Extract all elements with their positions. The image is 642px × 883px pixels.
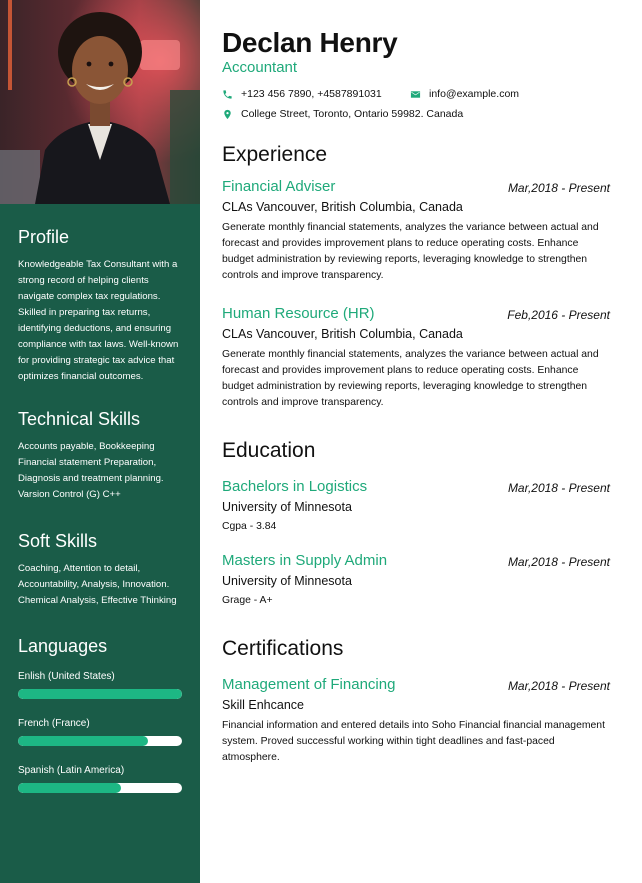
experience-heading: Experience xyxy=(222,143,328,166)
phone-contact: +123 456 7890, +4587891031 xyxy=(222,87,382,101)
description-line: Generate monthly financial statements, a… xyxy=(222,222,599,233)
description-line: Financial information and entered detail… xyxy=(222,720,605,731)
entry-date: Mar,2018 - Present xyxy=(507,481,610,495)
description-line: forecast and provides improvement plans … xyxy=(222,238,579,249)
experience-entry: Human Resource (HR) Feb,2016 - Present C… xyxy=(222,305,622,411)
entry-organization: CLAs Vancouver, British Columbia, Canada xyxy=(222,327,463,341)
language-label: Spanish (Latin America) xyxy=(18,765,125,776)
entry-organization: University of Minnesota xyxy=(222,574,352,588)
technical-skill-line: Varsion Control (G) C++ xyxy=(18,489,121,500)
candidate-name: Declan Henry xyxy=(222,27,398,58)
technical-skill-line: Financial statement Preparation, xyxy=(18,457,157,468)
entry-organization: University of Minnesota xyxy=(222,500,352,514)
technical-skill-line: Diagnosis and treatment planning. xyxy=(18,473,164,484)
certifications-heading: Certifications xyxy=(222,637,344,660)
languages-heading: Languages xyxy=(18,636,108,656)
profile-line: compliance with tax laws. Well-known xyxy=(18,339,179,350)
profile-section: Profile Knowledgeable Tax Consultant wit… xyxy=(18,226,188,385)
profile-line: for providing strategic tax advice that xyxy=(18,355,175,366)
soft-skill-line: Accountability, Analysis, Innovation. xyxy=(18,579,170,590)
candidate-role: Accountant xyxy=(222,59,298,76)
sidebar: Profile Knowledgeable Tax Consultant wit… xyxy=(0,0,200,883)
entry-description: Generate monthly financial statements, a… xyxy=(222,347,622,411)
phone-text: +123 456 7890, +4587891031 xyxy=(241,88,382,100)
profile-line: Skilled in preparing tax returns, xyxy=(18,307,151,318)
description-line: controls and improve transparency. xyxy=(222,270,384,281)
profile-line: Knowledgeable Tax Consultant with a xyxy=(18,259,178,270)
phone-icon xyxy=(223,89,232,99)
profile-text: Knowledgeable Tax Consultant with a stro… xyxy=(18,257,188,385)
languages-section: Languages Enlish (United States) French … xyxy=(18,635,188,793)
email-contact[interactable]: info@example.com xyxy=(410,87,519,101)
soft-skill-line: Coaching, Attention to detail, xyxy=(18,563,141,574)
language-bar-fill xyxy=(18,736,148,746)
address-contact: College Street, Toronto, Ontario 59982. … xyxy=(222,107,463,121)
description-line: system. Proved successful working within… xyxy=(222,736,555,747)
language-item: Spanish (Latin America) xyxy=(18,764,188,793)
entry-date: Mar,2018 - Present xyxy=(507,679,610,693)
language-label: Enlish (United States) xyxy=(18,671,115,682)
certification-entry: Management of Financing Mar,2018 - Prese… xyxy=(222,676,622,766)
email-text[interactable]: info@example.com xyxy=(429,87,519,101)
soft-skills-section: Soft Skills Coaching, Attention to detai… xyxy=(18,530,188,609)
entry-date: Feb,2016 - Present xyxy=(507,308,610,322)
profile-line: strong record of helping clients xyxy=(18,275,149,286)
address-text: College Street, Toronto, Ontario 59982. … xyxy=(241,108,464,120)
entry-date: Mar,2018 - Present xyxy=(507,181,610,195)
profile-photo xyxy=(0,0,200,204)
description-line: controls and improve transparency. xyxy=(222,397,384,408)
language-bar xyxy=(18,689,182,699)
profile-line: optimizes financial outcomes. xyxy=(18,371,144,382)
description-line: atmosphere. xyxy=(222,752,280,763)
language-bar xyxy=(18,783,182,793)
technical-skill-line: Accounts payable, Bookkeeping xyxy=(18,441,155,452)
profile-line: identifying deductions, and ensuring xyxy=(18,323,172,334)
entry-description: Generate monthly financial statements, a… xyxy=(222,220,622,284)
education-entry: Masters in Supply Admin Mar,2018 - Prese… xyxy=(222,552,622,608)
language-bar-fill xyxy=(18,689,182,699)
entry-organization: CLAs Vancouver, British Columbia, Canada xyxy=(222,200,463,214)
soft-skills-heading: Soft Skills xyxy=(18,531,98,551)
technical-skills-heading: Technical Skills xyxy=(18,409,141,429)
description-line: forecast and provides improvement plans … xyxy=(222,365,579,376)
education-heading: Education xyxy=(222,439,316,462)
experience-entry: Financial Adviser Mar,2018 - Present CLA… xyxy=(222,178,622,284)
entry-organization: Skill Enhcance xyxy=(222,698,304,712)
description-line: budget administration by reviewing repor… xyxy=(222,254,588,265)
entry-grade: Cgpa - 3.84 xyxy=(222,521,277,532)
language-bar-fill xyxy=(18,783,122,793)
entry-date: Mar,2018 - Present xyxy=(507,555,610,569)
soft-skills-text: Coaching, Attention to detail, Accountab… xyxy=(18,561,188,609)
description-line: budget administration by reviewing repor… xyxy=(222,381,588,392)
language-item: Enlish (United States) xyxy=(18,670,188,699)
profile-heading: Profile xyxy=(18,227,70,247)
technical-skills-section: Technical Skills Accounts payable, Bookk… xyxy=(18,408,188,503)
language-item: French (France) xyxy=(18,717,188,746)
language-bar xyxy=(18,736,182,746)
profile-line: navigate complex tax regulations. xyxy=(18,291,161,302)
mail-icon xyxy=(410,90,421,98)
education-entry: Bachelors in Logistics Mar,2018 - Presen… xyxy=(222,478,622,534)
language-label: French (France) xyxy=(18,718,90,729)
technical-skills-text: Accounts payable, Bookkeeping Financial … xyxy=(18,439,188,503)
location-pin-icon xyxy=(224,109,231,119)
description-line: Generate monthly financial statements, a… xyxy=(222,349,599,360)
soft-skill-line: Chemical Analysis, Effective Thinking xyxy=(18,595,177,606)
entry-description: Financial information and entered detail… xyxy=(222,718,622,766)
entry-grade: Grage - A+ xyxy=(222,595,273,606)
